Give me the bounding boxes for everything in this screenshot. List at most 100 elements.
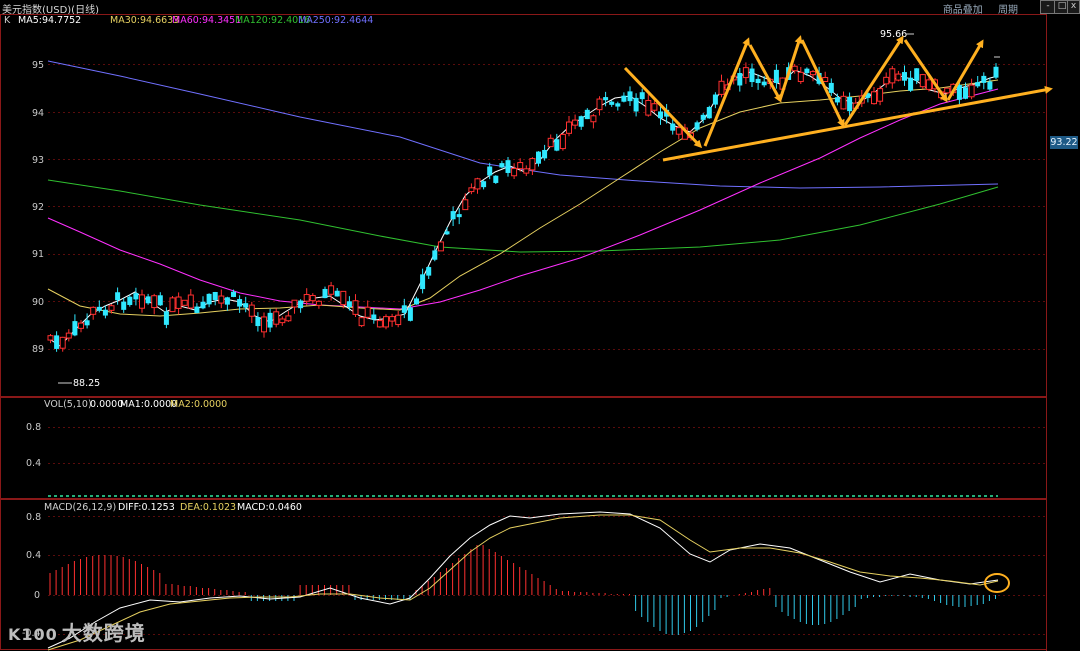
candle bbox=[273, 308, 280, 328]
candle bbox=[450, 206, 456, 227]
candle bbox=[96, 300, 102, 313]
candle bbox=[578, 115, 584, 130]
zigzag-arrow-2 bbox=[703, 37, 750, 147]
macd-legend-title: MACD(26,12,9) bbox=[44, 502, 116, 513]
watermark-logo: K100 bbox=[8, 625, 58, 644]
candle bbox=[908, 70, 914, 92]
macd-legend-dea: DEA:0.1023 bbox=[180, 502, 236, 513]
candle bbox=[334, 288, 340, 297]
svg-text:VOL(5,10) 0.0000 M: VOL(5,10) 0.0000 MA1:0.0000 MA2:0.0000 bbox=[44, 399, 227, 410]
candle bbox=[645, 94, 652, 117]
vol-legend-ma2: MA2:0.0000 bbox=[170, 399, 227, 410]
candle bbox=[364, 300, 371, 320]
candle bbox=[621, 92, 627, 103]
candle bbox=[303, 288, 310, 306]
chart-canvas[interactable]: 95 94 93 92 91 90 89 K MA5:94.7752 MA30:… bbox=[0, 0, 1080, 651]
candle bbox=[322, 286, 328, 299]
candle bbox=[914, 68, 920, 85]
candle bbox=[291, 299, 298, 314]
candle bbox=[426, 265, 432, 279]
macd-ytick-0: 0 bbox=[34, 590, 40, 601]
candle bbox=[919, 73, 926, 89]
candle bbox=[822, 71, 829, 83]
candle bbox=[121, 298, 127, 313]
candle bbox=[773, 64, 779, 89]
candle bbox=[358, 317, 365, 328]
candle bbox=[993, 63, 999, 79]
candle bbox=[65, 329, 72, 342]
price-axis: 95 94 93 92 91 90 89 bbox=[32, 60, 44, 355]
candle bbox=[572, 114, 579, 130]
candle bbox=[596, 96, 603, 116]
candle bbox=[737, 68, 743, 92]
candle bbox=[883, 72, 890, 88]
svg-text:MACD(26,12,9) DIFF:0.125: MACD(26,12,9) DIFF:0.1253 DEA:0.1023 MAC… bbox=[44, 502, 302, 513]
candle bbox=[255, 312, 261, 332]
candle bbox=[481, 180, 487, 190]
candle bbox=[261, 312, 267, 338]
legend-ma250: MA250:92.4644 bbox=[298, 15, 373, 26]
candle bbox=[877, 85, 884, 106]
candle bbox=[389, 313, 396, 327]
macd-ytick-0.4: 0.4 bbox=[26, 550, 41, 561]
candle bbox=[639, 88, 645, 105]
legend-k: K bbox=[4, 15, 11, 26]
candle bbox=[315, 300, 322, 309]
vol-legend-title: VOL(5,10) bbox=[44, 399, 92, 410]
candle bbox=[151, 293, 158, 315]
candle bbox=[376, 316, 383, 328]
candle bbox=[834, 93, 840, 106]
ma30-line bbox=[47, 79, 999, 317]
candle bbox=[493, 175, 499, 184]
candle bbox=[749, 63, 755, 87]
candle bbox=[194, 303, 200, 314]
candle bbox=[542, 144, 548, 161]
ytick-89: 89 bbox=[32, 344, 44, 355]
zigzag-arrow-7 bbox=[903, 39, 948, 103]
candle bbox=[200, 296, 206, 310]
candle bbox=[511, 163, 518, 180]
candle bbox=[371, 308, 377, 324]
candle bbox=[187, 289, 194, 310]
volume-panel: VOL(5,10) 0.0000 MA1:0.0000 MA2:0.0000 0… bbox=[26, 399, 998, 497]
candle bbox=[968, 78, 975, 100]
candle bbox=[547, 134, 554, 148]
annotations: 88.25 95.66 bbox=[58, 29, 1053, 389]
ytick-95: 95 bbox=[32, 60, 44, 71]
candle bbox=[145, 293, 151, 305]
candle bbox=[298, 299, 304, 313]
vol-legend-ma1: MA1:0.0000 bbox=[120, 399, 177, 410]
candle bbox=[499, 160, 505, 169]
candle bbox=[175, 292, 182, 315]
candle bbox=[566, 115, 572, 137]
candle bbox=[523, 165, 530, 177]
candle bbox=[755, 74, 761, 90]
candle bbox=[237, 295, 243, 313]
high-price-label: 95.66 bbox=[880, 29, 907, 40]
low-price-label: 88.25 bbox=[73, 378, 100, 389]
candle bbox=[902, 65, 907, 86]
candle bbox=[248, 301, 255, 324]
candle bbox=[474, 177, 481, 194]
candle bbox=[712, 92, 718, 109]
candle bbox=[615, 101, 621, 111]
candle bbox=[981, 72, 987, 90]
ma120-line bbox=[47, 179, 999, 253]
candle bbox=[395, 310, 402, 328]
candle bbox=[414, 296, 419, 305]
candle bbox=[279, 316, 286, 326]
macd-ytick-0.8: 0.8 bbox=[26, 512, 41, 523]
candle bbox=[871, 86, 877, 105]
candle bbox=[420, 268, 426, 294]
macd-panel-frame bbox=[0, 499, 1047, 650]
candle bbox=[157, 292, 163, 306]
ytick-91: 91 bbox=[32, 249, 44, 260]
vol-ytick-0.4: 0.4 bbox=[26, 458, 41, 469]
ytick-93: 93 bbox=[32, 155, 44, 166]
legend-ma30: MA30:94.6633 bbox=[110, 15, 179, 26]
vol-legend-value: 0.0000 bbox=[90, 399, 123, 410]
watermark: K100 大数跨境 bbox=[8, 617, 146, 646]
candle bbox=[584, 108, 590, 120]
candle bbox=[761, 76, 767, 88]
macd-dea-line bbox=[47, 514, 999, 651]
